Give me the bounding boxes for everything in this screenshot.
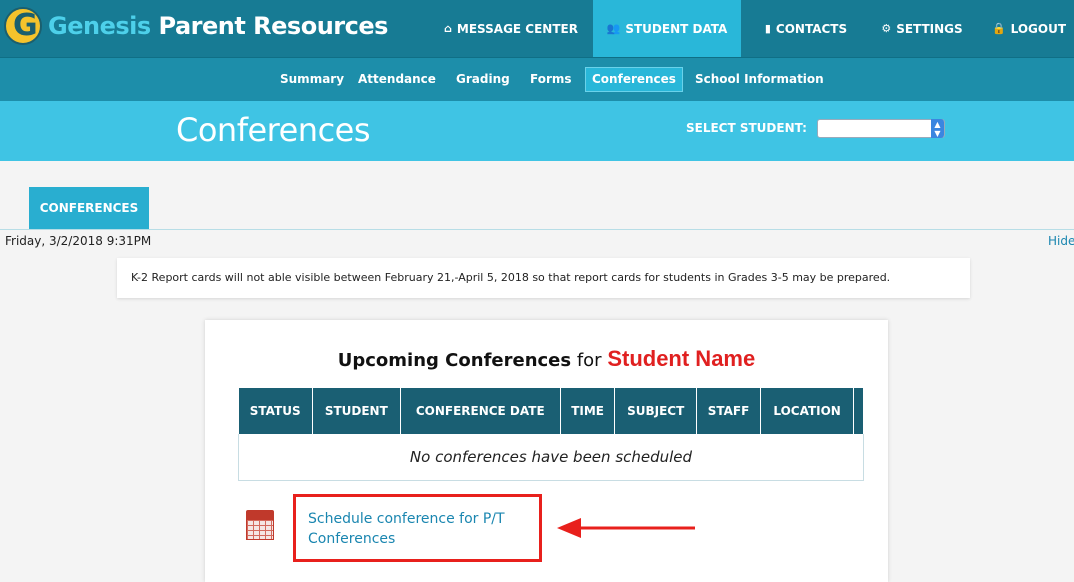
calendar-icon-grid [246,519,274,540]
nav-settings-label: SETTINGS [896,21,963,36]
nav-message-center-label: MESSAGE CENTER [456,21,578,36]
home-icon: ⌂ [444,22,452,35]
page-title: Conferences [176,111,371,149]
table-row: No conferences have been scheduled [238,434,864,481]
conferences-table: STATUS STUDENT CONFERENCE DATE TIME SUBJ… [238,388,864,481]
arrow-left-icon [557,518,695,538]
gear-icon: ⚙ [881,22,892,35]
schedule-conference-link[interactable]: Schedule conference for P/T Conferences [308,509,528,549]
hide-link[interactable]: Hide [1048,234,1074,248]
sub-navigation-bar: Summary Attendance Grading Forms Confere… [0,57,1074,101]
calendar-icon-top [246,510,274,519]
select-student-label: SELECT STUDENT: [686,121,807,135]
card-title-for: for [571,350,608,371]
brand-genesis: Genesis [48,12,151,40]
column-location[interactable]: LOCATION [760,388,854,434]
nav-settings[interactable]: ⚙ SETTINGS [870,0,974,57]
select-arrows-icon: ▲ ▼ [931,119,944,138]
genesis-logo-icon[interactable]: G [4,7,42,45]
student-name: Student Name [607,346,756,371]
nav-contacts-label: CONTACTS [775,21,848,36]
tab-divider [0,229,1074,230]
nav-message-center[interactable]: ⌂ MESSAGE CENTER [436,0,586,57]
calendar-icon[interactable] [246,508,274,540]
card-title-main: Upcoming Conferences [337,350,572,371]
subnav-school-information[interactable]: School Information [695,72,824,86]
nav-student-data-label: STUDENT DATA [625,21,728,36]
nav-student-data[interactable]: 👥 STUDENT DATA [593,0,741,57]
empty-message: No conferences have been scheduled [238,434,864,481]
users-icon: 👥 [606,22,621,35]
subnav-forms[interactable]: Forms [530,72,572,86]
column-status[interactable]: STATUS [238,388,313,434]
nav-contacts[interactable]: ▮ CONTACTS [750,0,862,57]
column-subject[interactable]: SUBJECT [614,388,697,434]
brand-title[interactable]: Genesis Parent Resources [48,12,388,40]
subnav-conferences[interactable]: Conferences [585,67,683,92]
column-time[interactable]: TIME [560,388,616,434]
column-extra [853,388,864,434]
tab-conferences[interactable]: CONFERENCES [29,187,149,229]
upcoming-conferences-card: Upcoming Conferences for Student Name ST… [205,320,888,582]
subnav-grading[interactable]: Grading [456,72,510,86]
logo-letter: G [13,8,38,43]
column-staff[interactable]: STAFF [696,388,762,434]
subnav-summary[interactable]: Summary [280,72,344,86]
page-header: Conferences SELECT STUDENT: ▲ ▼ [0,101,1074,161]
student-select[interactable]: ▲ ▼ [817,119,945,138]
subnav-attendance[interactable]: Attendance [358,72,436,86]
table-header-row: STATUS STUDENT CONFERENCE DATE TIME SUBJ… [238,388,864,434]
nav-logout[interactable]: 🔒 LOGOUT [984,0,1074,57]
card-title: Upcoming Conferences for Student Name [205,346,888,372]
current-datetime: Friday, 3/2/2018 9:31PM [5,234,152,248]
column-student[interactable]: STUDENT [312,388,401,434]
lock-icon: 🔒 [991,22,1006,35]
top-navigation-bar: G Genesis Parent Resources ⌂ MESSAGE CEN… [0,0,1074,57]
book-icon: ▮ [764,22,771,35]
brand-parent-resources: Parent Resources [150,12,388,40]
notice-banner: K-2 Report cards will not able visible b… [117,258,970,298]
column-conference-date[interactable]: CONFERENCE DATE [400,388,561,434]
nav-logout-label: LOGOUT [1010,21,1067,36]
